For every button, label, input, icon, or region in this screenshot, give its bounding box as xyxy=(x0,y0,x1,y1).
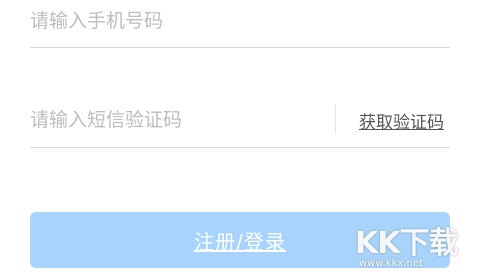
watermark-logo: KK下载 www.kkx.net xyxy=(355,218,477,272)
sms-code-field-row: 获取验证码 xyxy=(30,96,450,148)
watermark-logo-text: KK下载 xyxy=(355,226,458,261)
phone-field-row xyxy=(30,0,450,48)
get-code-button[interactable]: 获取验证码 xyxy=(359,108,444,133)
phone-input[interactable] xyxy=(30,6,430,36)
field-divider xyxy=(335,104,336,134)
watermark-url: www.kkx.net xyxy=(359,258,423,269)
sms-code-input[interactable] xyxy=(30,105,320,135)
register-login-label: 注册/登录 xyxy=(194,229,286,254)
